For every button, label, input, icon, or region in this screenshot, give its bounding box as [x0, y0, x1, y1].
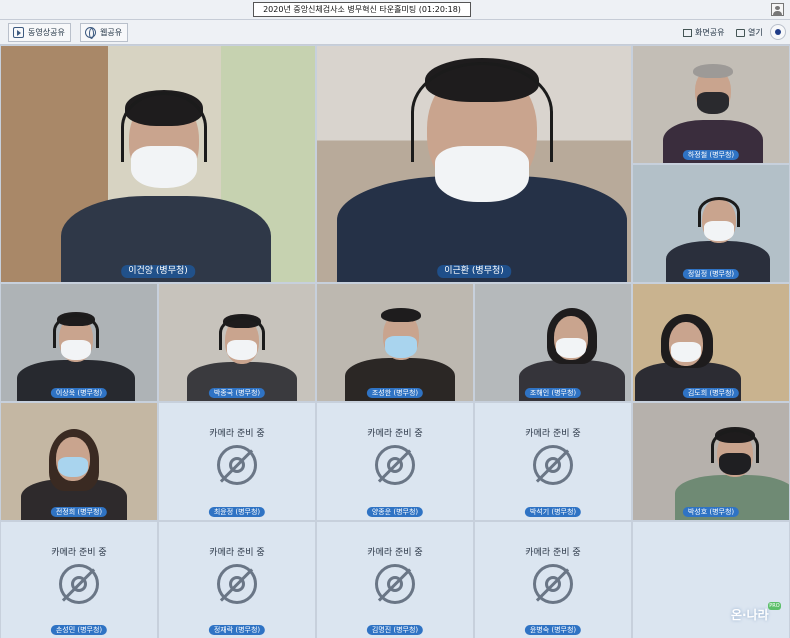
camera-off-tile[interactable]: 카메라 준비 중 양종운 (병무청)	[317, 403, 473, 520]
camera-preparing-text: 카메라 준비 중	[209, 429, 265, 439]
meeting-title: 2020년 중앙신체검사소 병무혁신 타운홀미팅 (01:20:18)	[253, 2, 471, 17]
camera-preparing-text: 카메라 준비 중	[367, 548, 423, 558]
video-tile[interactable]: 정일정 (병무청)	[633, 165, 789, 282]
participant-name: 최윤정 (병무청)	[208, 507, 266, 517]
participant-video	[345, 306, 455, 401]
file-icon	[736, 28, 745, 37]
web-share-label: 웹공유	[100, 28, 123, 37]
logo-badge: PRO	[768, 602, 781, 610]
participant-name: 이근환 (병무청)	[437, 265, 511, 278]
camera-off-icon	[217, 445, 257, 485]
video-tile[interactable]: 이건양 (병무청)	[1, 46, 315, 282]
participant-name: 박종국 (병무청)	[208, 388, 266, 398]
participant-name: 양종운 (병무청)	[366, 507, 424, 517]
monitor-icon	[683, 28, 692, 37]
video-tile[interactable]: 하정철 (병무청)	[633, 46, 789, 163]
camera-off-tile[interactable]: 카메라 준비 중 김명진 (병무청)	[317, 522, 473, 638]
empty-tile: 온·나라 PRO	[633, 522, 789, 638]
video-share-label: 동영상공유	[28, 28, 65, 37]
video-tile[interactable]: 이상욱 (병무청)	[1, 284, 157, 401]
participant-name: 조성한 (병무청)	[366, 388, 424, 398]
camera-off-icon	[533, 564, 573, 604]
web-share-button[interactable]: 웹공유	[80, 23, 129, 42]
participant-name: 이건양 (병무청)	[121, 265, 195, 278]
participant-name: 김도희 (병무청)	[682, 388, 740, 398]
play-icon	[13, 27, 24, 38]
participant-name: 윤병숙 (병무청)	[524, 625, 582, 635]
video-share-button[interactable]: 동영상공유	[8, 23, 71, 42]
camera-off-icon	[375, 445, 415, 485]
title-bar: 2020년 중앙신체검사소 병무혁신 타운홀미팅 (01:20:18)	[0, 0, 790, 20]
logo-text: 온·나라	[731, 608, 769, 622]
participant-name: 정재락 (병무청)	[208, 625, 266, 635]
camera-preparing-text: 카메라 준비 중	[209, 548, 265, 558]
camera-off-icon	[217, 564, 257, 604]
open-button[interactable]: 열기	[736, 24, 763, 41]
globe-icon	[85, 27, 96, 39]
participant-video	[61, 86, 271, 282]
video-tile[interactable]: 박성호 (병무청)	[633, 403, 789, 520]
video-tile[interactable]: 조해인 (병무청)	[475, 284, 631, 401]
open-label: 열기	[748, 28, 763, 37]
video-tile[interactable]: 전정희 (병무청)	[1, 403, 157, 520]
toolbar: 동영상공유 웹공유 화면공유 열기	[0, 20, 790, 45]
camera-off-tile[interactable]: 카메라 준비 중 윤병숙 (병무청)	[475, 522, 631, 638]
camera-off-tile[interactable]: 카메라 준비 중 박석기 (병무청)	[475, 403, 631, 520]
user-icon[interactable]	[771, 3, 784, 16]
camera-off-tile[interactable]: 카메라 준비 중 손성민 (병무청)	[1, 522, 157, 638]
video-tile[interactable]: 조성한 (병무청)	[317, 284, 473, 401]
participant-name: 김명진 (병무청)	[366, 625, 424, 635]
onnara-logo: 온·나라 PRO	[731, 602, 781, 632]
video-grid: 이건양 (병무청) 이근환 (병무청) 하정철 (병무청) 정일정 (병무청) …	[0, 45, 790, 638]
camera-off-tile[interactable]: 카메라 준비 중 정재락 (병무청)	[159, 522, 315, 638]
camera-preparing-text: 카메라 준비 중	[51, 548, 107, 558]
video-tile[interactable]: 김도희 (병무청)	[633, 284, 789, 401]
participant-video	[663, 58, 763, 163]
camera-off-icon	[375, 564, 415, 604]
screen-share-button[interactable]: 화면공유	[683, 24, 724, 41]
camera-off-icon	[59, 564, 99, 604]
participant-name: 박석기 (병무청)	[524, 507, 582, 517]
participant-name: 조해인 (병무청)	[524, 388, 582, 398]
participant-video	[337, 56, 627, 282]
video-tile[interactable]: 이근환 (병무청)	[317, 46, 631, 282]
participant-name: 하정철 (병무청)	[682, 150, 740, 160]
participant-name: 전정희 (병무청)	[50, 507, 108, 517]
camera-preparing-text: 카메라 준비 중	[525, 548, 581, 558]
camera-preparing-text: 카메라 준비 중	[525, 429, 581, 439]
toggle-button[interactable]	[770, 24, 786, 40]
camera-off-icon	[533, 445, 573, 485]
participant-name: 정일정 (병무청)	[682, 269, 740, 279]
camera-preparing-text: 카메라 준비 중	[367, 429, 423, 439]
participant-name: 박성호 (병무청)	[682, 507, 740, 517]
screen-share-label: 화면공유	[695, 28, 725, 37]
participant-name: 이상욱 (병무청)	[50, 388, 108, 398]
participant-name: 손성민 (병무청)	[50, 625, 108, 635]
camera-off-tile[interactable]: 카메라 준비 중 최윤정 (병무청)	[159, 403, 315, 520]
video-tile[interactable]: 박종국 (병무청)	[159, 284, 315, 401]
participant-video	[675, 425, 789, 520]
